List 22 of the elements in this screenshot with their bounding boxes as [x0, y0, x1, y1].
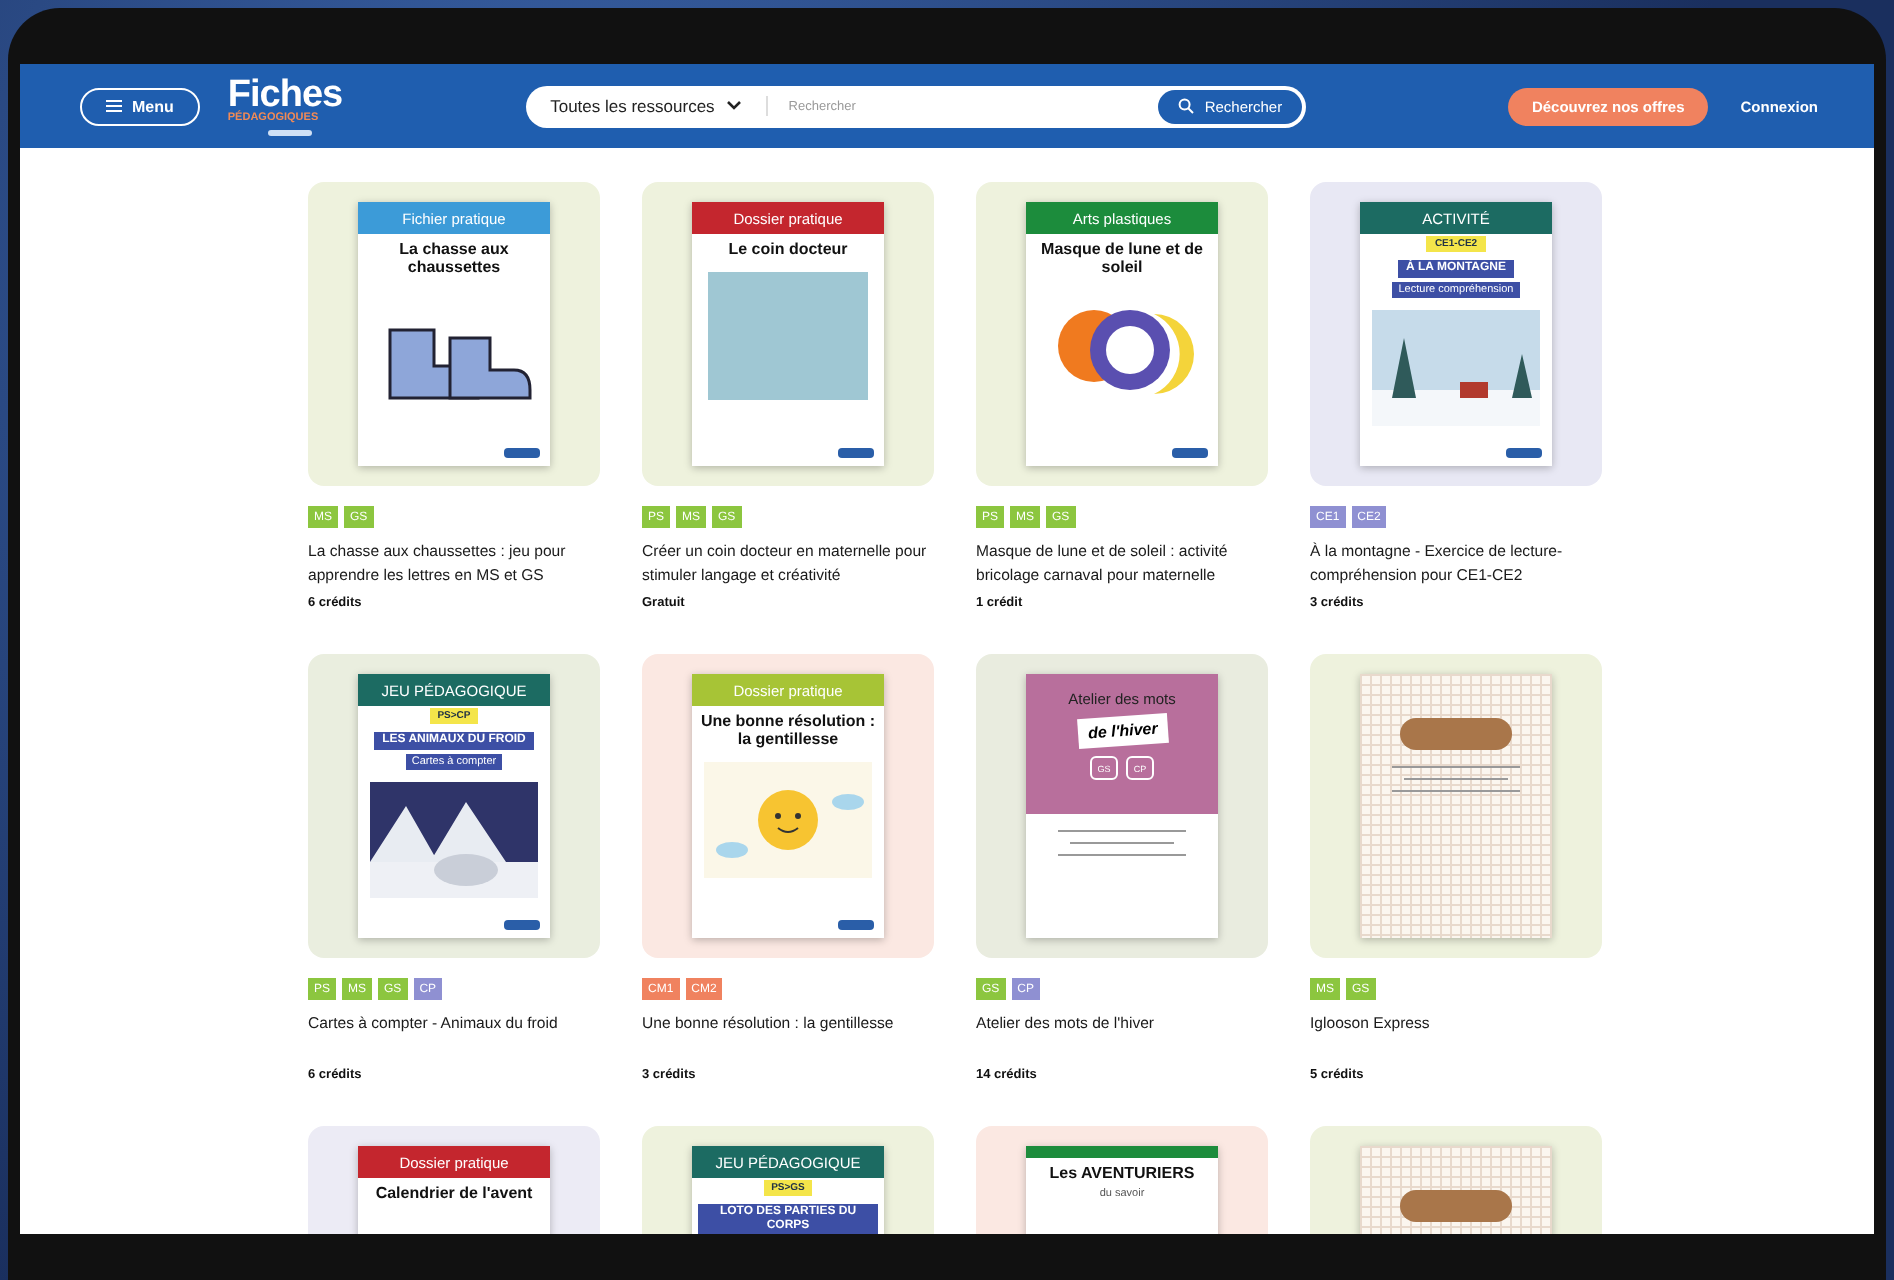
search-icon — [1178, 98, 1195, 114]
publisher-logo-icon — [838, 448, 874, 458]
publisher-logo-icon — [504, 448, 540, 458]
cover-title: Masque de lune et de soleil — [1039, 242, 1205, 278]
publisher-logo-icon — [504, 920, 540, 930]
cover-title: Calendrier de l'avent — [375, 1186, 533, 1204]
cover-title: Les AVENTURIERS — [1049, 1166, 1195, 1184]
menu-icon — [106, 100, 122, 112]
publisher-logo-icon — [838, 920, 874, 930]
publisher-logo-icon — [1506, 448, 1542, 458]
cover-title: Le coin docteur — [728, 242, 848, 260]
card-thumbnail[interactable] — [1310, 654, 1602, 958]
menu-button[interactable]: Menu — [80, 87, 200, 125]
publisher-logo-icon — [267, 129, 312, 136]
cover-subtitle: de l'hiver — [1076, 712, 1168, 750]
text-lines-drawing — [1392, 766, 1520, 792]
publisher-logo-icon — [1172, 448, 1208, 458]
chevron-down-icon — [726, 100, 743, 112]
category-dropdown[interactable]: Toutes les ressources — [550, 96, 769, 116]
cover-title: La chasse aux chaussettes — [397, 242, 511, 278]
cover-title: Une bonne résolution : la gentillesse — [698, 714, 878, 750]
text-lines-drawing — [1058, 830, 1186, 856]
